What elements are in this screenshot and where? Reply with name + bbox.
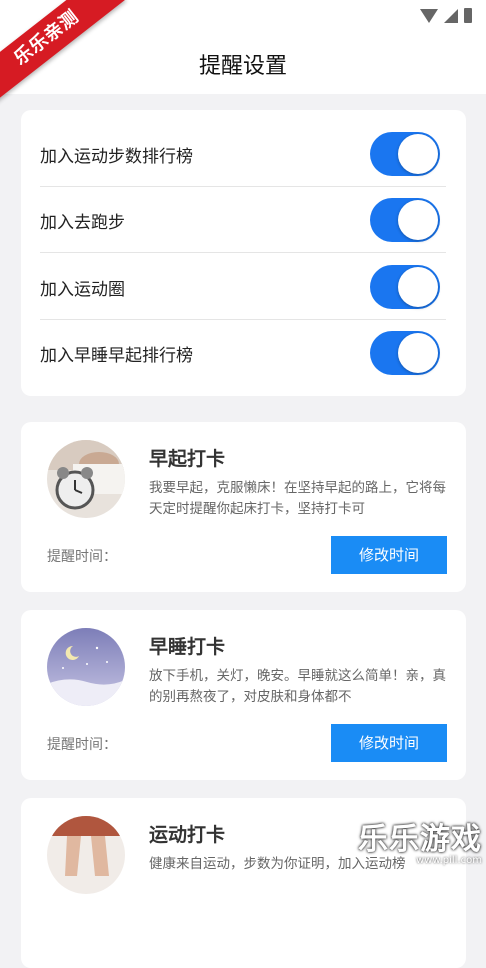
wifi-icon <box>420 8 438 23</box>
exercise-circle-toggle[interactable] <box>370 265 440 309</box>
toggle-knob <box>398 200 438 240</box>
watermark-text: 乐乐游戏 <box>358 822 482 857</box>
battery-icon <box>464 8 472 23</box>
toggle-knob <box>398 134 438 174</box>
reminder-description: 健康来自运动，步数为你证明，加入运动榜 <box>149 856 406 872</box>
app-header: 提醒设置 <box>0 34 486 94</box>
toggle-knob <box>398 333 438 373</box>
setting-row-step-ranking: 加入运动步数排行榜 <box>40 120 446 187</box>
reminder-time-label: 提醒时间： <box>47 549 117 565</box>
reminder-title: 早起打卡 <box>149 448 226 470</box>
running-avatar <box>47 816 125 894</box>
modify-time-button[interactable]: 修改时间 <box>331 536 447 574</box>
watermark-logo: 乐乐游戏 www.pill.com <box>358 814 482 866</box>
reminder-description: 我要早起，克服懒床！在坚持早起的路上，它将每天定时提醒你起床打卡，坚持打卡可 <box>149 480 446 517</box>
setting-label: 加入早睡早起排行榜 <box>40 346 193 366</box>
page-title: 提醒设置 <box>198 54 287 79</box>
modify-time-button[interactable]: 修改时间 <box>331 724 447 762</box>
signal-icon <box>444 8 458 23</box>
setting-label: 加入运动步数排行榜 <box>40 147 193 167</box>
reminder-card-early-sleep: 早睡打卡 放下手机，关灯，晚安。早睡就这么简单！亲，真的别再熬夜了，对皮肤和身体… <box>21 610 466 780</box>
reminder-title: 早睡打卡 <box>149 636 226 658</box>
setting-row-running: 加入去跑步 <box>40 186 446 253</box>
setting-label: 加入运动圈 <box>40 280 125 300</box>
watermark-url: www.pill.com <box>415 855 482 866</box>
status-icons <box>420 8 472 23</box>
night-sky-avatar <box>47 628 125 706</box>
settings-card: 加入运动步数排行榜 加入去跑步 加入运动圈 加入早睡早起排行榜 <box>21 110 466 396</box>
running-toggle[interactable] <box>370 198 440 242</box>
setting-label: 加入去跑步 <box>40 213 125 233</box>
reminder-title: 运动打卡 <box>149 824 226 846</box>
toggle-knob <box>398 267 438 307</box>
reminder-card-early-rise: 早起打卡 我要早起，克服懒床！在坚持早起的路上，它将每天定时提醒你起床打卡，坚持… <box>21 422 466 592</box>
alarm-clock-avatar <box>47 440 125 518</box>
reminder-description: 放下手机，关灯，晚安。早睡就这么简单！亲，真的别再熬夜了，对皮肤和身体都不 <box>149 668 446 705</box>
setting-row-exercise-circle: 加入运动圈 <box>40 253 446 320</box>
setting-row-sleep-ranking: 加入早睡早起排行榜 <box>40 319 446 385</box>
reminder-time-label: 提醒时间： <box>47 737 117 753</box>
sleep-ranking-toggle[interactable] <box>370 331 440 375</box>
step-ranking-toggle[interactable] <box>370 132 440 176</box>
